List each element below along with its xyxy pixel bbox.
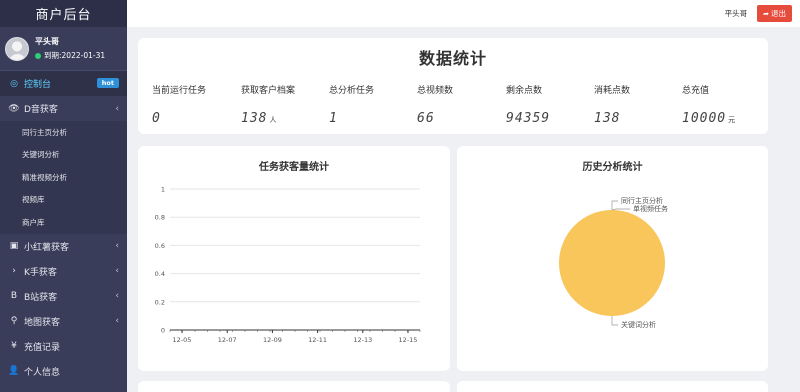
sidebar-item-dashboard[interactable]: ◎ 控制台 hot bbox=[0, 71, 127, 96]
stats-title: 数据统计 bbox=[418, 49, 487, 68]
user-panel: 平头哥 到期:2022-01-31 bbox=[0, 27, 127, 71]
pie-label: 同行主页分析 bbox=[621, 196, 663, 205]
stats-card: 数据统计 当前运行任务 0 获取客户档案 138 人 总分析任务 1 总视频数 6… bbox=[138, 38, 768, 134]
x-tick-label: 12-07 bbox=[218, 336, 237, 344]
bold-b-icon: B bbox=[10, 291, 18, 301]
sidebar-item-label: 个人信息 bbox=[24, 367, 61, 378]
sidebar-title: 商户后台 bbox=[0, 0, 127, 27]
stat-customer-profiles: 获取客户档案 138 人 bbox=[241, 83, 295, 126]
stat-total-videos: 总视频数 66 bbox=[417, 83, 453, 126]
chevron-left-icon: ‹ bbox=[115, 291, 119, 301]
eye-icon: 👁 bbox=[8, 103, 20, 114]
y-tick-label: 0 bbox=[161, 327, 165, 335]
book-icon: ▣ bbox=[9, 241, 19, 251]
sidebar-subitem-video-analysis[interactable]: 精准视频分析 bbox=[0, 166, 127, 189]
stat-label: 总分析任务 bbox=[329, 86, 375, 96]
sidebar-subitem-video-library[interactable]: 视频库 bbox=[0, 188, 127, 211]
pie-label: 关键词分析 bbox=[621, 320, 656, 329]
y-tick-label: 1 bbox=[161, 186, 165, 194]
stat-label: 当前运行任务 bbox=[152, 86, 207, 96]
stat-total-recharge: 总充值 10000 元 bbox=[682, 83, 736, 126]
stat-value: 94359 bbox=[506, 111, 551, 126]
stat-label: 总充值 bbox=[682, 86, 710, 96]
task-customer-chart-card: 任务获客量统计 1 0.8 0.6 0.4 0.2 0 12-05 12-07 12-09 12-… bbox=[138, 146, 450, 371]
pie-chart: 同行主页分析单视频任务关键词分析 bbox=[559, 196, 668, 329]
leader-line bbox=[611, 208, 630, 211]
leader-line bbox=[611, 316, 618, 326]
pie-slice[interactable] bbox=[559, 210, 665, 316]
chevron-left-icon: ‹ bbox=[115, 241, 119, 251]
x-tick-label: 12-15 bbox=[399, 336, 418, 344]
sidebar-item-map[interactable]: ⚲ 地图获客 ‹ bbox=[0, 309, 127, 334]
stat-label: 消耗点数 bbox=[594, 86, 631, 96]
map-pin-icon: ⚲ bbox=[10, 316, 18, 326]
leader-line bbox=[611, 200, 618, 210]
sidebar-subitem-keyword-analysis[interactable]: 关键词分析 bbox=[0, 143, 127, 166]
sidebar-item-xiaohongshu[interactable]: ▣ 小红薯获客 ‹ bbox=[0, 234, 127, 259]
stat-label: 剩余点数 bbox=[506, 86, 543, 96]
stat-consumed-points: 消耗点数 138 bbox=[594, 83, 630, 126]
dashboard-icon: ◎ bbox=[10, 78, 18, 89]
stat-total-analysis-tasks: 总分析任务 1 bbox=[329, 83, 374, 126]
online-dot-icon bbox=[35, 52, 41, 59]
stat-running-tasks: 当前运行任务 0 bbox=[152, 83, 206, 126]
sidebar-item-label: B站获客 bbox=[24, 292, 58, 303]
sidebar-subitem-peer-analysis[interactable]: 同行主页分析 bbox=[0, 121, 127, 144]
stat-label: 获取客户档案 bbox=[241, 86, 296, 96]
sidebar-item-label: 充值记录 bbox=[24, 342, 61, 353]
bottom-card-left bbox=[138, 381, 450, 392]
chevron-left-icon: ‹ bbox=[115, 316, 119, 326]
stat-value: 66 bbox=[417, 111, 435, 126]
sidebar-item-douyin[interactable]: 👁 D音获客 ‹ bbox=[0, 96, 127, 121]
x-tick-label: 12-09 bbox=[263, 336, 282, 344]
y-tick-label: 0.6 bbox=[155, 242, 165, 250]
x-tick-label: 12-11 bbox=[308, 336, 327, 344]
sidebar-item-profile[interactable]: 👤 个人信息 bbox=[0, 359, 127, 384]
history-analysis-chart-card: 历史分析统计 同行主页分析 单视频任务 关键词分析 bbox=[457, 146, 768, 371]
sidebar-item-label: D音获客 bbox=[24, 105, 58, 115]
pie-label: 单视频任务 bbox=[633, 204, 668, 213]
sidebar: 商户后台 平头哥 到期:2022-01-31 ◎ 控制台 hot 👁 D音获客 … bbox=[0, 0, 127, 392]
chevron-right-icon: › bbox=[12, 266, 16, 276]
y-tick-label: 0.8 bbox=[155, 214, 165, 222]
yen-icon: ¥ bbox=[11, 341, 17, 351]
sidebar-item-label: 小红薯获客 bbox=[24, 242, 70, 253]
user-icon: 👤 bbox=[8, 366, 20, 376]
logout-label: 退出 bbox=[771, 9, 786, 18]
stat-value: 138 bbox=[594, 111, 621, 126]
sidebar-item-label: 控制台 bbox=[24, 80, 52, 90]
x-tick-label: 12-05 bbox=[173, 336, 192, 344]
y-tick-label: 0.2 bbox=[155, 298, 165, 306]
user-name: 平头哥 bbox=[35, 37, 59, 46]
sidebar-item-label: K手获客 bbox=[24, 267, 57, 278]
y-tick-label: 0.4 bbox=[155, 270, 165, 278]
sidebar-item-kuaishou[interactable]: › K手获客 ‹ bbox=[0, 259, 127, 284]
hot-badge: hot bbox=[96, 78, 119, 88]
stat-unit: 元 bbox=[728, 116, 737, 124]
sign-out-icon: ➦ bbox=[763, 9, 769, 18]
stat-value: 1 bbox=[329, 111, 338, 126]
stat-value: 0 bbox=[152, 111, 161, 126]
top-user-name[interactable]: 平头哥 bbox=[725, 8, 748, 19]
line-chart: 1 0.8 0.6 0.4 0.2 0 12-05 12-07 12-09 12-11 12-13 1… bbox=[155, 186, 421, 344]
x-tick-label: 12-13 bbox=[353, 336, 372, 344]
chevron-left-icon: ‹ bbox=[115, 266, 119, 276]
stat-unit: 人 bbox=[269, 116, 278, 124]
bottom-card-right bbox=[457, 381, 768, 392]
expiry-date: 到期:2022-01-31 bbox=[44, 51, 106, 60]
avatar[interactable] bbox=[5, 36, 29, 61]
stat-value: 10000 bbox=[682, 111, 727, 126]
sidebar-item-recharge[interactable]: ¥ 充值记录 bbox=[0, 334, 127, 359]
sidebar-item-bilibili[interactable]: B B站获客 ‹ bbox=[0, 284, 127, 309]
sidebar-item-label: 地图获客 bbox=[24, 317, 61, 328]
logout-button[interactable]: ➦ 退出 bbox=[757, 5, 792, 22]
chevron-left-icon: ‹ bbox=[115, 103, 119, 114]
stat-value: 138 bbox=[241, 111, 268, 126]
stat-remaining-points: 剩余点数 94359 bbox=[506, 83, 552, 126]
stat-label: 总视频数 bbox=[417, 86, 454, 96]
top-bar: 平头哥 ➦ 退出 bbox=[127, 0, 800, 27]
sidebar-subitem-merchant-library[interactable]: 商户库 bbox=[0, 211, 127, 234]
